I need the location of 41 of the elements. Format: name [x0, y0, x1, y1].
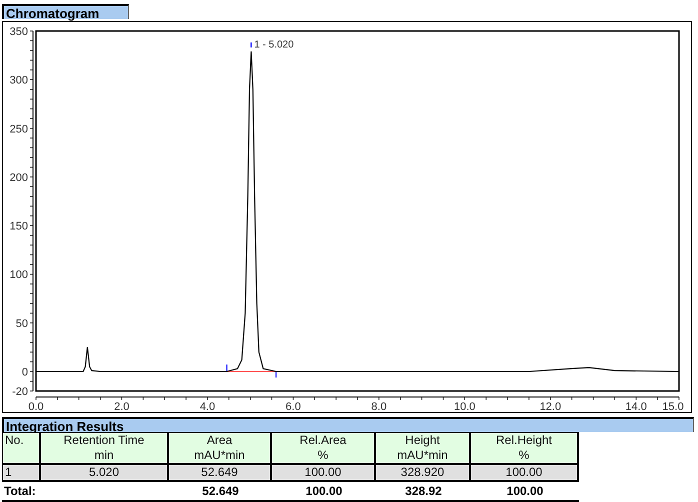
peak-start-marker [226, 364, 228, 372]
x-tick-label: 6.0 [286, 401, 301, 412]
y-tick-label: 150 [10, 220, 28, 233]
y-tick-label: 250 [10, 123, 28, 136]
column-header: Rel.Area % [272, 432, 376, 465]
section-title: Integration Results [2, 417, 694, 432]
peak-label: 1 - 5.020 [254, 39, 294, 50]
total-label: Total: [2, 482, 41, 502]
table-cell: 100.00 [272, 465, 376, 482]
column-header: Area mAU*min [169, 432, 272, 465]
column-header: No. [2, 432, 41, 465]
column-header: Height mAU*min [376, 432, 471, 465]
y-tick-label: 0 [22, 366, 28, 379]
total-cell: 52.649 [169, 482, 272, 502]
x-tick-label: 10.0 [454, 401, 476, 412]
table-cell: 1 [2, 465, 41, 482]
y-tick-label: 50 [16, 318, 28, 330]
total-cell: 100.00 [471, 482, 579, 502]
table-cell: 328.920 [376, 465, 471, 482]
x-tick-label: 12.0 [540, 401, 562, 412]
x-tick-label: 2.0 [114, 401, 130, 412]
y-tick-label: 300 [10, 74, 28, 87]
peak-marker [250, 42, 252, 48]
table-cell: 100.00 [471, 465, 579, 482]
y-tick-label: 100 [10, 269, 28, 282]
table-cell: 52.649 [169, 465, 272, 482]
y-tick-label: 350 [10, 26, 28, 38]
column-header: Retention Time min [41, 432, 169, 465]
x-tick-label: 4.0 [200, 401, 216, 412]
y-tick-label: -20 [12, 386, 28, 398]
peak-end-marker [275, 372, 277, 378]
section-title: Chromatogram [2, 4, 129, 19]
total-cell: 328.92 [376, 482, 471, 502]
column-header: Rel.Height % [471, 432, 579, 465]
y-tick-label: 200 [10, 172, 28, 184]
x-tick-label: 14.0 [625, 401, 647, 412]
table-cell: 5.020 [41, 465, 169, 482]
total-cell: 100.00 [272, 482, 376, 502]
x-tick-label: 15.0 [662, 401, 684, 412]
x-tick-label: 8.0 [371, 401, 387, 412]
x-tick-label: 0.0 [28, 401, 44, 412]
